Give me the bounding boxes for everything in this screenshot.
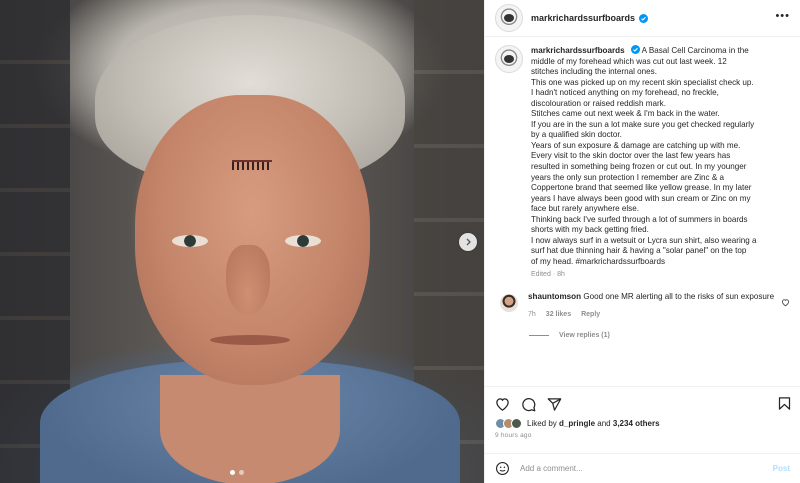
verified-icon xyxy=(639,13,649,23)
caption-line: by a qualified skin doctor. xyxy=(531,130,622,140)
heart-icon[interactable] xyxy=(495,397,510,412)
edited-time: Edited · 8h xyxy=(531,271,565,279)
likes-summary: Liked by d_pringle and 3,234 others xyxy=(495,418,790,429)
post-actions: Liked by d_pringle and 3,234 others 9 ho… xyxy=(485,386,800,453)
caption-line: Years of sun exposure & damage are catch… xyxy=(531,140,741,150)
caption: markrichardssurfboards A Basal Cell Carc… xyxy=(495,45,790,267)
forehead-stitches xyxy=(232,160,272,170)
header-username[interactable]: markrichardssurfboards xyxy=(531,13,635,23)
nose xyxy=(226,245,270,315)
comment-likes[interactable]: 32 likes xyxy=(546,311,571,318)
caption-line: If you are in the sun a lot make sure yo… xyxy=(531,119,755,129)
action-icons xyxy=(495,393,792,415)
comment-actions: 7h 32 likes Reply xyxy=(528,311,776,318)
add-comment-bar: Add a comment... Post xyxy=(485,453,800,483)
caption-line: Stitches came out next week & I'm back i… xyxy=(531,109,720,119)
caption-line: face but rarely anywhere else. xyxy=(531,204,639,214)
liker-avatars xyxy=(495,418,522,429)
view-replies-button[interactable]: View replies (1) xyxy=(529,332,790,339)
right-eye xyxy=(285,235,321,247)
comment-input[interactable]: Add a comment... xyxy=(520,464,773,473)
next-arrow-icon xyxy=(466,238,471,246)
comment-avatar[interactable] xyxy=(500,294,518,313)
comment-text: shauntomson Good one MR alerting all to … xyxy=(528,292,776,303)
caption-line: resulted in something being frozen or cu… xyxy=(531,162,747,172)
caption-line: A Basal Cell Carcinoma in the xyxy=(641,46,749,55)
caption-text: markrichardssurfboards A Basal Cell Carc… xyxy=(531,45,790,267)
carousel-dot-active xyxy=(230,470,235,475)
caption-line: Coppertone brand that seemed like yellow… xyxy=(531,183,752,193)
replies-divider xyxy=(529,334,549,336)
caption-line: shorts with my back getting fried. xyxy=(531,225,649,235)
caption-line: Every visit to the skin doctor over the … xyxy=(531,151,731,161)
emoji-icon[interactable] xyxy=(495,461,510,476)
caption-line: surf hat due thinning hair & having a "s… xyxy=(531,246,747,256)
caption-line: I now always surf in a wetsuit or Lycra … xyxy=(531,235,757,245)
liked-by-user[interactable]: d_pringle xyxy=(559,419,595,428)
mouth xyxy=(210,335,290,345)
carousel-dots xyxy=(230,470,244,475)
carousel-next-button[interactable] xyxy=(459,233,477,251)
post-header: markrichardssurfboards ••• xyxy=(485,0,800,37)
caption-line: discolouration or raised reddish mark. xyxy=(531,98,666,108)
post-time[interactable]: 9 hours ago xyxy=(495,432,790,439)
post-panel: markrichardssurfboards ••• markrichardss… xyxy=(484,0,800,483)
avatar[interactable] xyxy=(495,4,523,32)
caption-username[interactable]: markrichardssurfboards xyxy=(531,46,625,55)
caption-line: stitches including the internal ones. xyxy=(531,67,657,77)
heart-icon[interactable] xyxy=(781,298,790,307)
neck xyxy=(160,375,340,483)
caption-line: years I have always been good with sun c… xyxy=(531,193,751,203)
carousel-dot xyxy=(239,470,244,475)
bookmark-icon[interactable] xyxy=(777,396,792,411)
view-replies-label: View replies (1) xyxy=(559,331,610,339)
comment-time[interactable]: 7h xyxy=(528,311,536,318)
caption-line: Thinking back I've surfed through a lot … xyxy=(531,214,748,224)
caption-line: I hadn't noticed anything on my forehead… xyxy=(531,88,719,98)
liked-by-and: and xyxy=(597,419,611,428)
comment-body: Good one MR alerting all to the risks of… xyxy=(583,292,775,302)
liker-avatar xyxy=(511,418,522,429)
post-photo[interactable] xyxy=(0,0,484,483)
liked-by-prefix: Liked by xyxy=(527,419,557,428)
verified-icon xyxy=(630,45,640,54)
comment-icon[interactable] xyxy=(521,397,536,412)
share-icon[interactable] xyxy=(547,397,562,412)
caption-line: This one was picked up on my recent skin… xyxy=(531,77,754,87)
more-icon[interactable]: ••• xyxy=(775,10,790,22)
reply-button[interactable]: Reply xyxy=(581,311,600,318)
comment-username[interactable]: shauntomson xyxy=(528,292,581,301)
left-eye xyxy=(172,235,208,247)
comment-item: shauntomson Good one MR alerting all to … xyxy=(495,292,790,318)
caption-line: years the only sun protection I remember… xyxy=(531,172,724,182)
caption-line: middle of my forehead which was cut out … xyxy=(531,56,727,66)
comments-area: markrichardssurfboards A Basal Cell Carc… xyxy=(485,37,800,386)
caption-line: of my head. #markrichardssurfboards xyxy=(531,256,666,266)
caption-avatar[interactable] xyxy=(495,45,523,73)
post-button[interactable]: Post xyxy=(773,464,790,473)
likes-count[interactable]: 3,234 others xyxy=(613,419,660,428)
